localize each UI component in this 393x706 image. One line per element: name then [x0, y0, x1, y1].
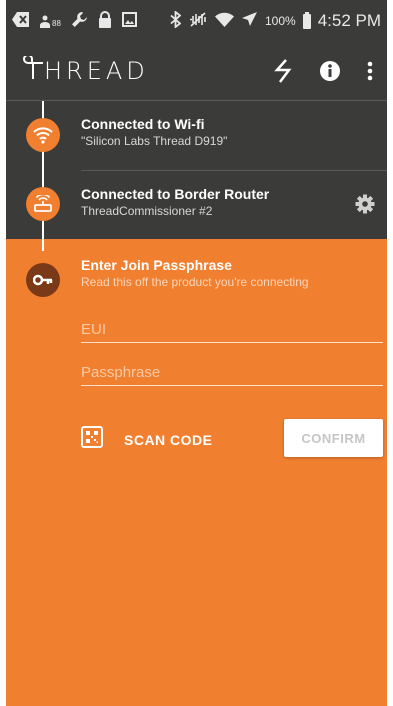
timeline-line — [42, 239, 44, 251]
notification-icon — [12, 11, 29, 31]
key-icon — [26, 263, 60, 297]
gear-icon[interactable] — [355, 194, 375, 219]
bluetooth-icon — [170, 9, 182, 32]
eui-field[interactable] — [81, 315, 383, 343]
passphrase-input[interactable] — [81, 364, 383, 381]
clock: 4:52 PM — [317, 11, 381, 30]
step-border-router: Connected to Border Router ThreadCommiss… — [81, 186, 269, 219]
step-wifi: Connected to Wi-fi "Silicon Labs Thread … — [81, 116, 227, 149]
eui-input[interactable] — [81, 321, 383, 338]
image-icon — [121, 11, 137, 31]
app-screen: 88 100% 4:52 PM HREAD Connected to Wi-fi… — [6, 0, 387, 706]
step-subtitle: "Silicon Labs Thread D919" — [81, 134, 228, 148]
flash-icon[interactable] — [273, 59, 293, 83]
wifi-icon — [26, 118, 60, 152]
battery-icon — [302, 11, 311, 29]
brand-name: HREAD — [44, 57, 149, 85]
step-passphrase: Enter Join Passphrase Read this off the … — [81, 257, 309, 290]
signal-icon: 88 — [39, 14, 61, 28]
confirm-button[interactable]: CONFIRM — [284, 419, 383, 457]
battery-percent: 100% — [264, 14, 296, 28]
step-title: Connected to Border Router — [81, 186, 270, 202]
step-divider — [81, 170, 387, 171]
step-title: Enter Join Passphrase — [81, 257, 232, 273]
qr-code-icon — [81, 426, 103, 453]
mute-icon — [188, 11, 208, 31]
scan-code-button[interactable]: SCAN CODE — [81, 426, 213, 453]
step-title: Connected to Wi-fi — [81, 116, 205, 132]
wifi-status-icon — [214, 12, 234, 31]
passphrase-field[interactable] — [81, 358, 383, 386]
signal-count: 88 — [52, 19, 61, 28]
completed-steps: Connected to Wi-fi "Silicon Labs Thread … — [6, 101, 387, 239]
thread-logo: HREAD — [22, 54, 149, 86]
active-step-panel: Enter Join Passphrase Read this off the … — [6, 239, 387, 706]
overflow-menu-icon[interactable] — [367, 61, 373, 81]
step-subtitle: Read this off the product you're connect… — [81, 275, 309, 289]
info-icon[interactable] — [319, 60, 341, 82]
status-bar: 88 100% 4:52 PM — [6, 0, 387, 42]
router-icon — [26, 187, 60, 221]
step-subtitle: ThreadCommissioner #2 — [81, 204, 213, 218]
wrench-icon — [71, 11, 88, 32]
thread-logo-mark-icon — [22, 54, 44, 86]
app-bar: HREAD — [6, 42, 387, 100]
airplane-icon — [241, 11, 258, 32]
scan-code-label: SCAN CODE — [124, 431, 213, 448]
lock-icon — [98, 10, 112, 32]
